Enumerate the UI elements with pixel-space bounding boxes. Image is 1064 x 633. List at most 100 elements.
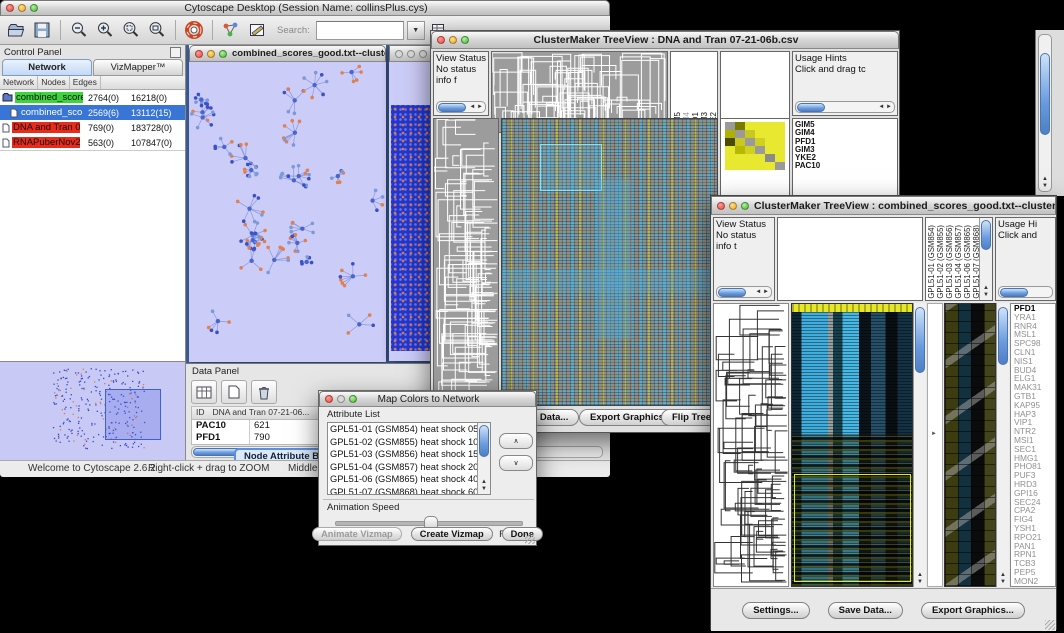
usage-hints-scrollbar[interactable]: ◄ ►	[795, 101, 895, 113]
matrix-cell[interactable]	[725, 162, 735, 170]
scrollbar-thumb[interactable]	[915, 307, 925, 373]
scrollbar-thumb[interactable]	[1040, 53, 1050, 135]
zoom-button[interactable]	[219, 50, 227, 58]
attribute-item[interactable]: GPL51-06 (GSM865) heat shock 40 min	[328, 473, 490, 486]
similarity-matrix[interactable]	[725, 122, 785, 170]
scrollbar-thumb[interactable]	[438, 103, 466, 112]
matrix-cell[interactable]	[755, 122, 765, 130]
column-header[interactable]: Edges	[70, 76, 101, 89]
row-dendrogram[interactable]	[433, 118, 499, 406]
minimize-button[interactable]	[407, 50, 415, 58]
heatmap-selection-rect[interactable]	[794, 474, 911, 582]
network-canvas[interactable]	[189, 62, 386, 362]
matrix-cell[interactable]	[745, 138, 755, 146]
column-header[interactable]: ID	[192, 407, 209, 419]
array-label[interactable]: GPL51-06 (GSM865)	[963, 225, 972, 299]
matrix-cell[interactable]	[735, 154, 745, 162]
network-birdseye-view[interactable]	[0, 361, 185, 460]
treeview-dna-title-bar[interactable]: ClusterMaker TreeView : DNA and Tran 07-…	[431, 31, 899, 49]
attribute-item[interactable]: GPL51-01 (GSM854) heat shock 05 min	[328, 423, 490, 436]
array-label[interactable]: GPL51-02 (GSM855)	[936, 225, 945, 299]
new-attribute-button[interactable]	[221, 380, 247, 404]
matrix-cell[interactable]	[755, 162, 765, 170]
select-attributes-button[interactable]	[191, 380, 217, 404]
resize-grip[interactable]	[1045, 620, 1055, 630]
move-down-button[interactable]: ∨	[499, 455, 533, 471]
matrix-cell[interactable]	[775, 154, 785, 162]
sliver-vscrollbar[interactable]: ▲▼	[1038, 34, 1052, 192]
network-row[interactable]: combined_scores 2764(0) 16218(0)	[0, 90, 185, 105]
matrix-cell[interactable]	[725, 154, 735, 162]
minimize-button[interactable]	[18, 4, 26, 12]
zoom-in-button[interactable]	[93, 18, 117, 42]
attribute-list-vscrollbar[interactable]: ▲▼	[477, 423, 490, 494]
resize-grip[interactable]	[525, 534, 535, 544]
close-button[interactable]	[717, 202, 725, 210]
matrix-cell[interactable]	[725, 130, 735, 138]
matrix-cell[interactable]	[725, 146, 735, 154]
control-panel-tab[interactable]: Network	[2, 59, 92, 76]
network-row[interactable]: combined_sco 2569(6) 13112(15)	[0, 105, 185, 120]
help-button[interactable]	[182, 18, 206, 42]
zoom-button[interactable]	[30, 4, 38, 12]
column-header[interactable]: Nodes	[38, 76, 70, 89]
animation-speed-slider[interactable]	[335, 521, 523, 526]
usage-hints-scrollbar[interactable]	[998, 286, 1053, 298]
zoom-button[interactable]	[461, 36, 469, 44]
attribute-item[interactable]: GPL51-02 (GSM855) heat shock 10 min	[328, 436, 490, 449]
column-dendrogram-area[interactable]	[777, 217, 923, 301]
animate-vizmap-button[interactable]: Animate Vizmap	[312, 527, 402, 541]
birdseye-viewport-rect[interactable]	[105, 389, 161, 440]
create-vizmap-button[interactable]: Create Vizmap	[411, 527, 493, 541]
settings-button[interactable]: Settings...	[742, 602, 809, 619]
matrix-cell[interactable]	[755, 154, 765, 162]
matrix-cell[interactable]	[765, 122, 775, 130]
matrix-cell[interactable]	[755, 146, 765, 154]
matrix-cell[interactable]	[745, 130, 755, 138]
zoomed-heatmap-vscrollbar[interactable]: ▲▼	[996, 303, 1009, 587]
close-button[interactable]	[437, 36, 445, 44]
gene-label[interactable]: PAC10	[795, 162, 897, 170]
close-button[interactable]	[395, 50, 403, 58]
view-status-scrollbar[interactable]: ◄ ►	[716, 286, 772, 298]
matrix-cell[interactable]	[775, 122, 785, 130]
search-input[interactable]	[316, 21, 404, 40]
move-up-button[interactable]: ∧	[499, 433, 533, 449]
matrix-cell[interactable]	[765, 146, 775, 154]
array-label[interactable]: GPL51-07 (GSM868)	[972, 225, 979, 299]
scrollbar-thumb[interactable]	[479, 425, 489, 457]
zoom-selected-button[interactable]	[119, 18, 143, 42]
zoom-button[interactable]	[741, 202, 749, 210]
global-heatmap[interactable]	[791, 303, 913, 587]
close-button[interactable]	[6, 4, 14, 12]
scrollbar-thumb[interactable]	[1000, 288, 1028, 297]
network-row[interactable]: RNAPuberNov2+ 563(0) 107847(0)	[0, 135, 185, 150]
zoom-button[interactable]	[419, 50, 427, 58]
matrix-cell[interactable]	[735, 122, 745, 130]
done-button[interactable]: Done	[502, 527, 543, 541]
minimize-button[interactable]	[337, 395, 345, 403]
matrix-cell[interactable]	[735, 146, 745, 154]
minimize-button[interactable]	[207, 50, 215, 58]
zoom-fit-button[interactable]	[145, 18, 169, 42]
matrix-cell[interactable]	[745, 154, 755, 162]
array-label[interactable]: GPL51-01 (GSM854)	[927, 225, 936, 299]
zoomed-heatmap[interactable]	[944, 303, 996, 587]
open-file-button[interactable]	[4, 18, 28, 42]
global-heatmap-vscrollbar[interactable]: ▲▼	[913, 303, 926, 587]
minimize-button[interactable]	[729, 202, 737, 210]
row-dendrogram[interactable]	[713, 303, 789, 587]
dialog-title-bar[interactable]: Map Colors to Network	[319, 391, 536, 407]
scrollbar-thumb[interactable]	[981, 220, 991, 250]
minimize-button[interactable]	[449, 36, 457, 44]
close-button[interactable]	[195, 50, 203, 58]
scrollbar-thumb[interactable]	[797, 103, 825, 112]
array-label[interactable]: GPL51-04 (GSM857)	[954, 225, 963, 299]
network-row[interactable]: DNA and Tran 07 769(0) 183728(0)	[0, 120, 185, 135]
control-panel-tab[interactable]: VizMapper™	[93, 59, 183, 76]
save-session-button[interactable]	[30, 18, 54, 42]
matrix-cell[interactable]	[765, 154, 775, 162]
search-dropdown-button[interactable]: ▼	[407, 21, 425, 40]
save-data-button[interactable]: Save Data...	[828, 602, 903, 619]
matrix-cell[interactable]	[745, 122, 755, 130]
